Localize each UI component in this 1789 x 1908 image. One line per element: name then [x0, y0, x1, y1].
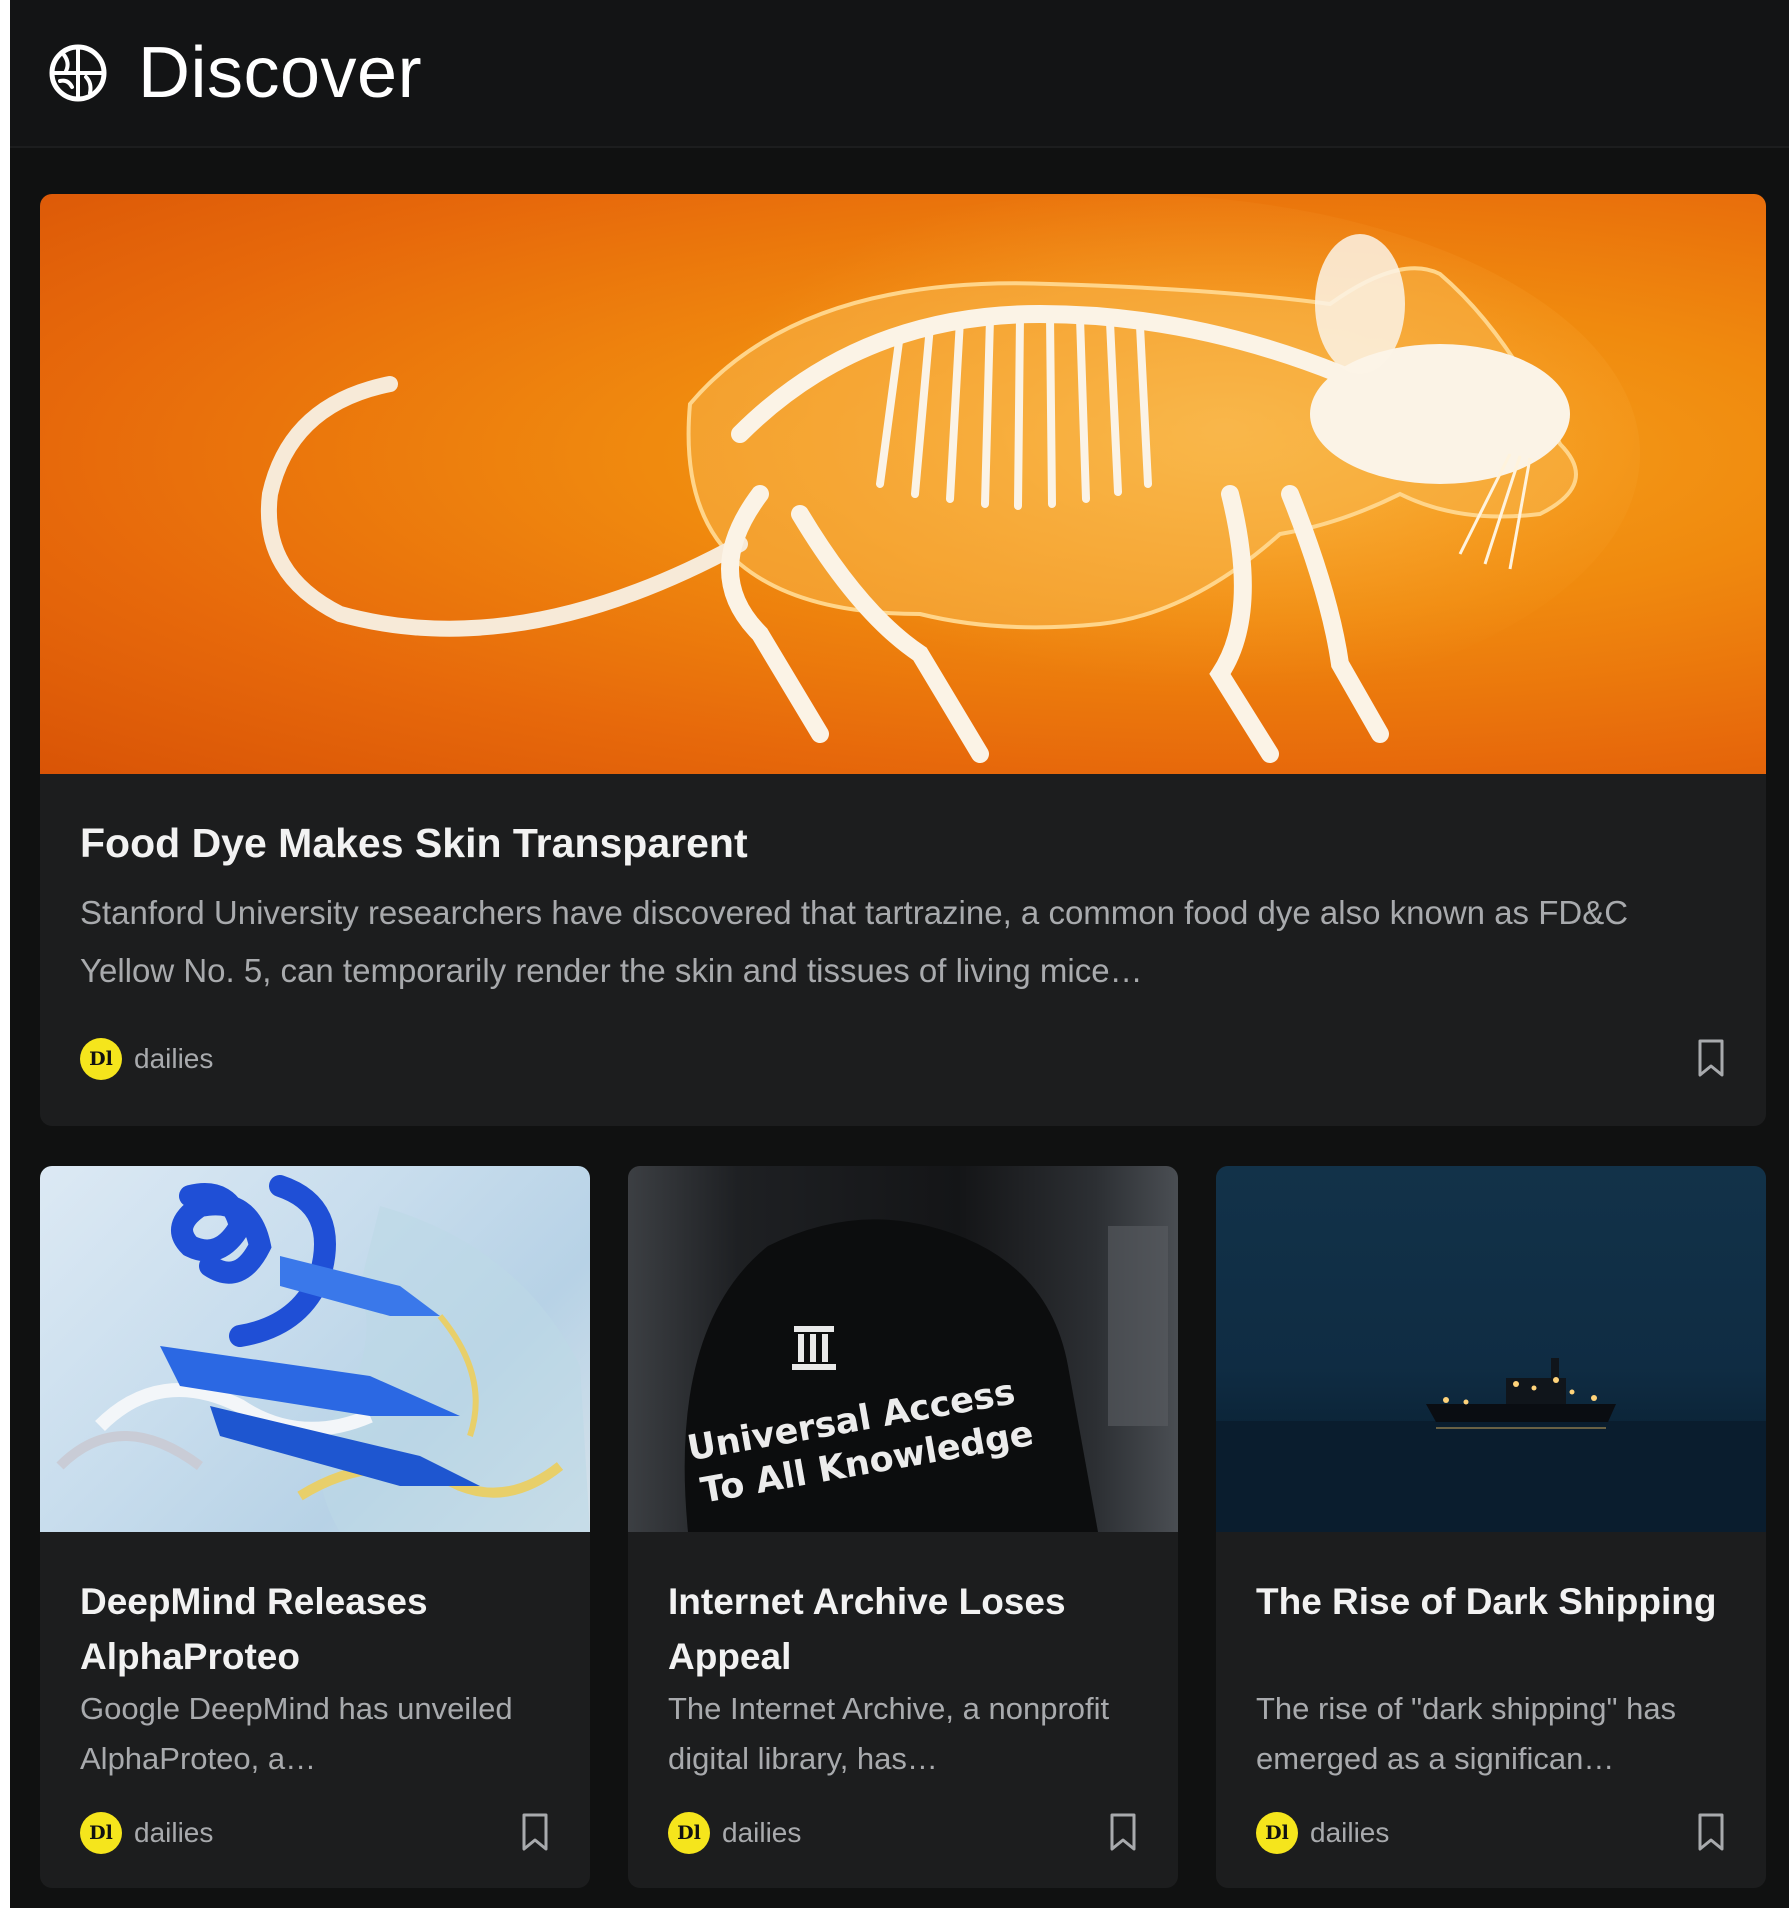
source-avatar: Dl: [1256, 1812, 1298, 1854]
article-source[interactable]: Dl dailies: [80, 1812, 213, 1854]
article-title: Internet Archive Loses Appeal: [668, 1581, 1066, 1677]
article-source[interactable]: Dl dailies: [668, 1812, 801, 1854]
article-title: Food Dye Makes Skin Transparent: [80, 820, 748, 866]
source-avatar: Dl: [668, 1812, 710, 1854]
source-name: dailies: [134, 1817, 214, 1848]
article-source[interactable]: Dl dailies: [1256, 1812, 1389, 1854]
ship-at-night-photo: [1216, 1358, 1766, 1532]
featured-thumbnail: [40, 194, 1766, 774]
featured-article-card[interactable]: Food Dye Makes Skin Transparent Stanford…: [40, 194, 1766, 1126]
source-name: dailies: [134, 1043, 214, 1074]
discover-screen: Discover Food Dye Makes Skin Transparent…: [0, 0, 1789, 1908]
article-title: The Rise of Dark Shipping: [1256, 1581, 1717, 1622]
protein-structure-illustration: [56, 1175, 590, 1532]
article-description: The Internet Archive, a nonprofit digita…: [668, 1691, 1110, 1776]
xray-mouse-illustration: [260, 194, 1640, 763]
source-avatar: Dl: [80, 1812, 122, 1854]
article-card[interactable]: DeepMind Releases AlphaProteo Google Dee…: [40, 1166, 590, 1888]
source-name: dailies: [1310, 1817, 1390, 1848]
bookmark-icon[interactable]: [1108, 1812, 1138, 1852]
article-description: Stanford University researchers have dis…: [80, 894, 1629, 989]
article-thumbnail: Universal Access To All Knowledge: [628, 1166, 1178, 1532]
bookmark-icon[interactable]: [1696, 1812, 1726, 1852]
article-title: DeepMind Releases AlphaProteo: [80, 1581, 428, 1677]
source-avatar: Dl: [80, 1038, 122, 1080]
article-description: The rise of "dark shipping" has emerged …: [1256, 1691, 1677, 1776]
source-name: dailies: [722, 1817, 802, 1848]
bookmark-icon[interactable]: [1696, 1038, 1726, 1078]
article-card[interactable]: Universal Access To All Knowledge Intern…: [628, 1166, 1178, 1888]
bookmark-icon[interactable]: [520, 1812, 550, 1852]
page-title: Discover: [138, 33, 423, 113]
article-card[interactable]: The Rise of Dark Shipping The rise of "d…: [1216, 1166, 1766, 1888]
article-description: Google DeepMind has unveiled AlphaProteo…: [80, 1691, 513, 1776]
article-thumbnail: [1216, 1166, 1766, 1532]
article-source[interactable]: Dl dailies: [80, 1038, 213, 1080]
header: Discover: [10, 0, 1789, 148]
article-thumbnail: [40, 1166, 590, 1532]
globe-icon: [49, 44, 107, 102]
